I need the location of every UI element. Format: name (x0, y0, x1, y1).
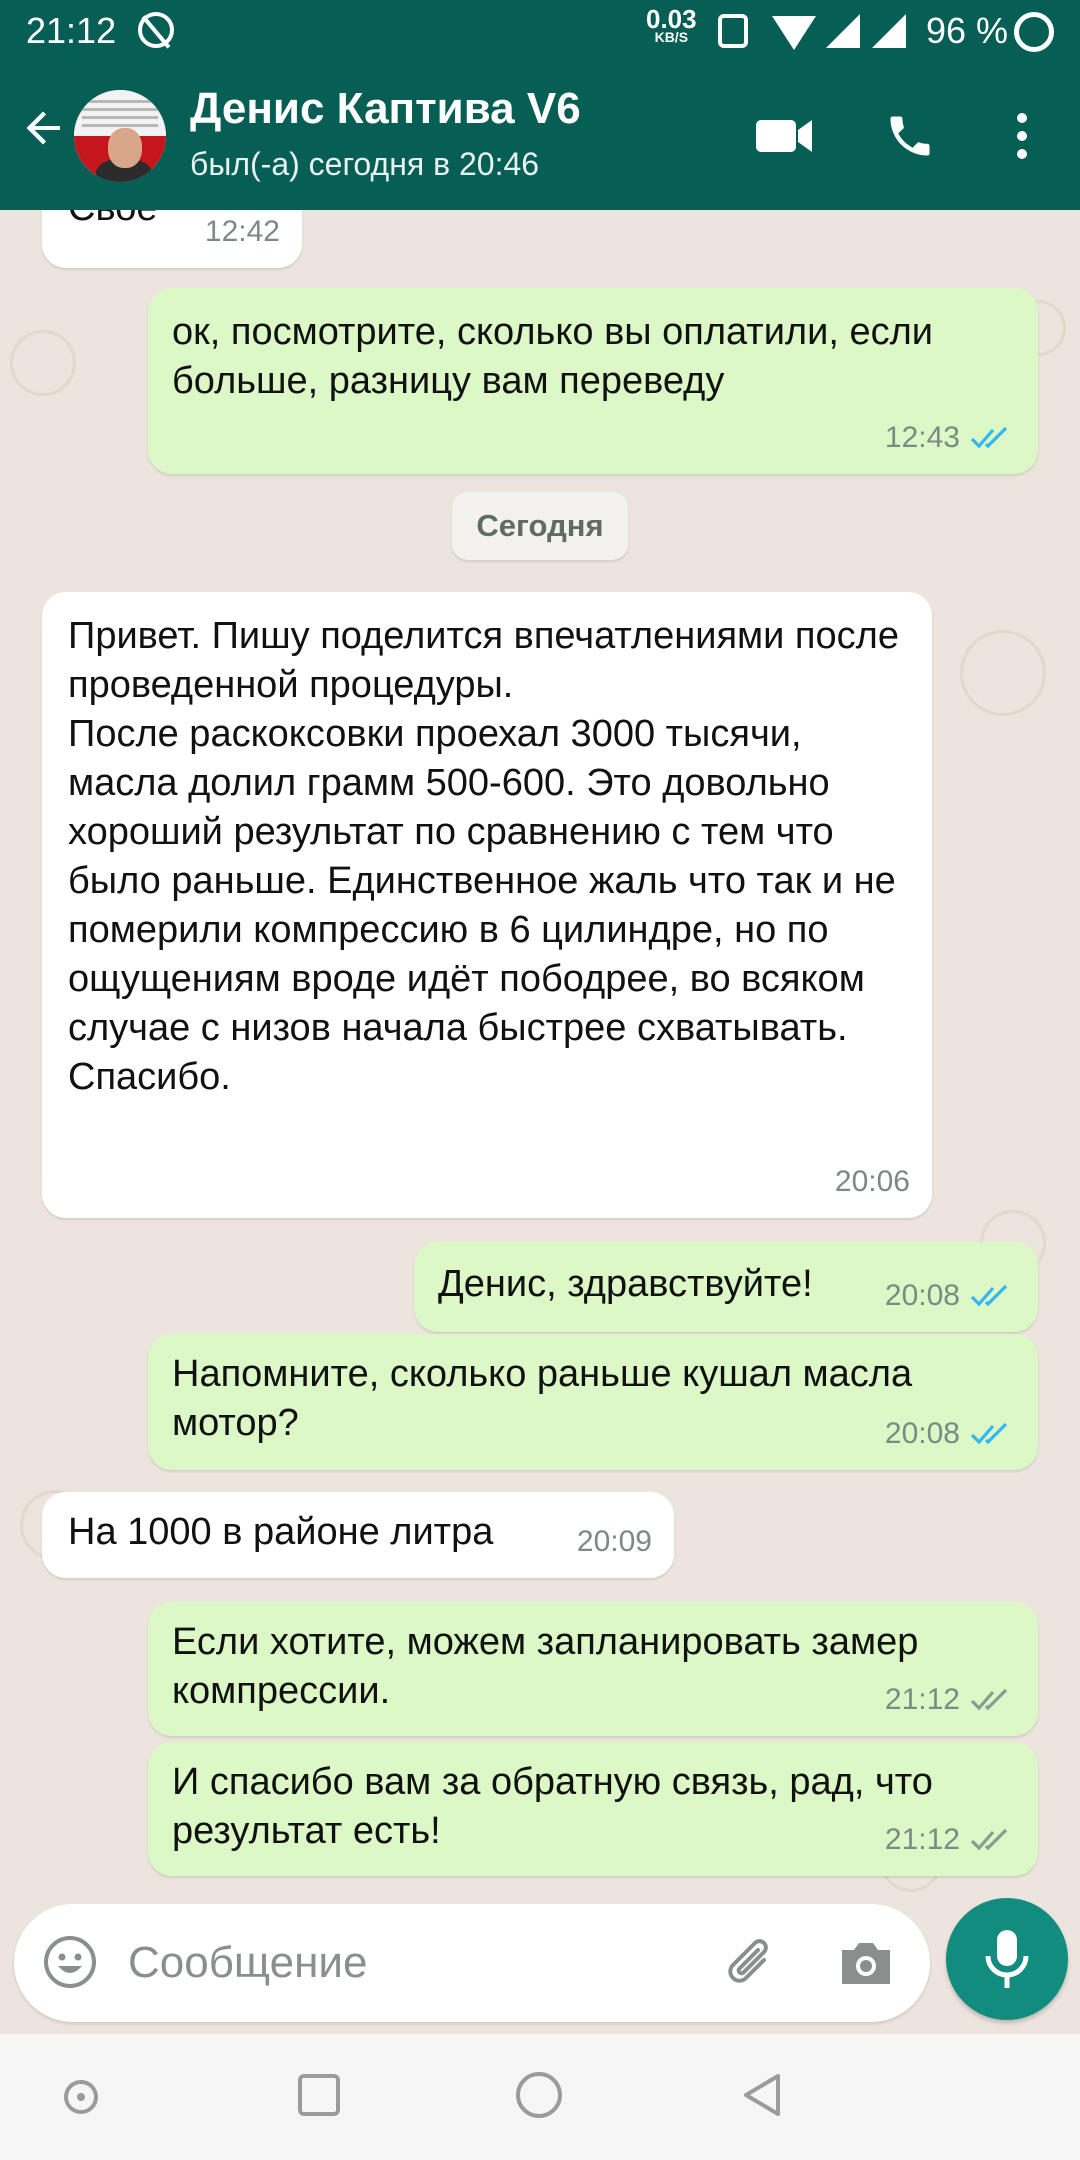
camera-icon[interactable] (838, 1938, 894, 1988)
message-time: 20:08 (884, 1417, 960, 1450)
signal-icon-sim2 (872, 14, 906, 48)
read-ticks-icon (970, 1284, 1008, 1306)
message-meta: 20:09 (577, 1517, 652, 1566)
message-list[interactable]: Свое 12:42 ок, посмотрите, сколько вы оп… (0, 210, 1080, 1904)
message-text: ок, посмотрите, сколько вы оплатили, есл… (172, 311, 944, 402)
message-meta: 21:12 (885, 1815, 1016, 1864)
message-outgoing[interactable]: Денис, здравствуйте! 20:08 (414, 1242, 1038, 1332)
message-incoming[interactable]: Свое 12:42 (42, 210, 302, 268)
recents-nav-icon[interactable] (298, 2074, 340, 2116)
back-nav-icon[interactable] (740, 2072, 784, 2118)
emoji-icon[interactable] (42, 1934, 98, 1990)
last-seen-status[interactable]: был(-а) сегодня в 20:46 (190, 146, 539, 183)
message-time: 12:42 (204, 215, 280, 248)
message-time: 21:12 (884, 1823, 960, 1856)
mic-icon (985, 1930, 1029, 1988)
message-outgoing[interactable]: ок, посмотрите, сколько вы оплатили, есл… (148, 288, 1038, 474)
assistant-nav-icon[interactable] (64, 2080, 98, 2114)
video-call-icon[interactable] (754, 114, 814, 158)
message-text: На 1000 в районе литра (68, 1511, 494, 1553)
date-separator: Сегодня (452, 492, 628, 560)
message-outgoing[interactable]: И спасибо вам за обратную связь, рад, чт… (148, 1742, 1038, 1876)
wallpaper-doodle (960, 630, 1046, 716)
wifi-icon (772, 16, 816, 50)
nfc-icon (718, 14, 748, 48)
message-incoming[interactable]: На 1000 в районе литра 20:09 (42, 1492, 674, 1578)
message-time: 20:09 (576, 1525, 652, 1558)
delivered-ticks-icon (970, 1688, 1008, 1710)
message-incoming[interactable]: Привет. Пишу поделится впечатлениями пос… (42, 592, 932, 1218)
status-time: 21:12 (26, 10, 117, 51)
message-text: Привет. Пишу поделится впечатлениями пос… (68, 615, 899, 1098)
back-arrow-icon[interactable] (20, 104, 68, 152)
more-options-icon[interactable] (1006, 108, 1038, 164)
message-time: 12:43 (884, 421, 960, 454)
wallpaper-doodle (10, 330, 76, 396)
message-input[interactable]: Сообщение (128, 1938, 367, 1988)
message-meta: 12:43 (885, 413, 1016, 462)
read-ticks-icon (970, 1422, 1008, 1444)
message-meta: 21:12 (885, 1675, 1016, 1724)
message-time: 21:12 (884, 1683, 960, 1716)
message-meta: 12:42 (205, 210, 280, 256)
battery-level: 96 % (926, 10, 1009, 51)
battery-icon (1014, 12, 1054, 52)
mic-button[interactable] (946, 1898, 1068, 2020)
avatar[interactable] (74, 90, 166, 182)
home-nav-icon[interactable] (516, 2072, 562, 2118)
status-bar: 21:12 0.03 KB/S 96 % (0, 0, 1080, 62)
chat-header: Денис Каптива V6 был(-а) сегодня в 20:46 (0, 62, 1080, 210)
contact-name[interactable]: Денис Каптива V6 (190, 84, 581, 134)
message-outgoing[interactable]: Напомните, сколько раньше кушал масла мо… (148, 1334, 1038, 1470)
message-outgoing[interactable]: Если хотите, можем запланировать замер к… (148, 1602, 1038, 1736)
message-time: 20:08 (884, 1279, 960, 1312)
signal-icon-sim1 (826, 14, 860, 48)
delivered-ticks-icon (970, 1828, 1008, 1850)
message-meta: 20:08 (885, 1271, 1016, 1320)
voice-call-icon[interactable] (884, 110, 936, 162)
system-nav-bar (0, 2034, 1080, 2160)
attach-icon[interactable] (720, 1932, 780, 1992)
message-time: 20:06 (834, 1165, 910, 1198)
message-meta: 20:06 (835, 1157, 910, 1206)
read-ticks-icon (970, 426, 1008, 448)
network-speed: 0.03 KB/S (646, 6, 697, 44)
message-meta: 20:08 (885, 1409, 1016, 1458)
message-composer[interactable]: Сообщение (14, 1904, 930, 2022)
do-not-disturb-icon (138, 12, 174, 48)
